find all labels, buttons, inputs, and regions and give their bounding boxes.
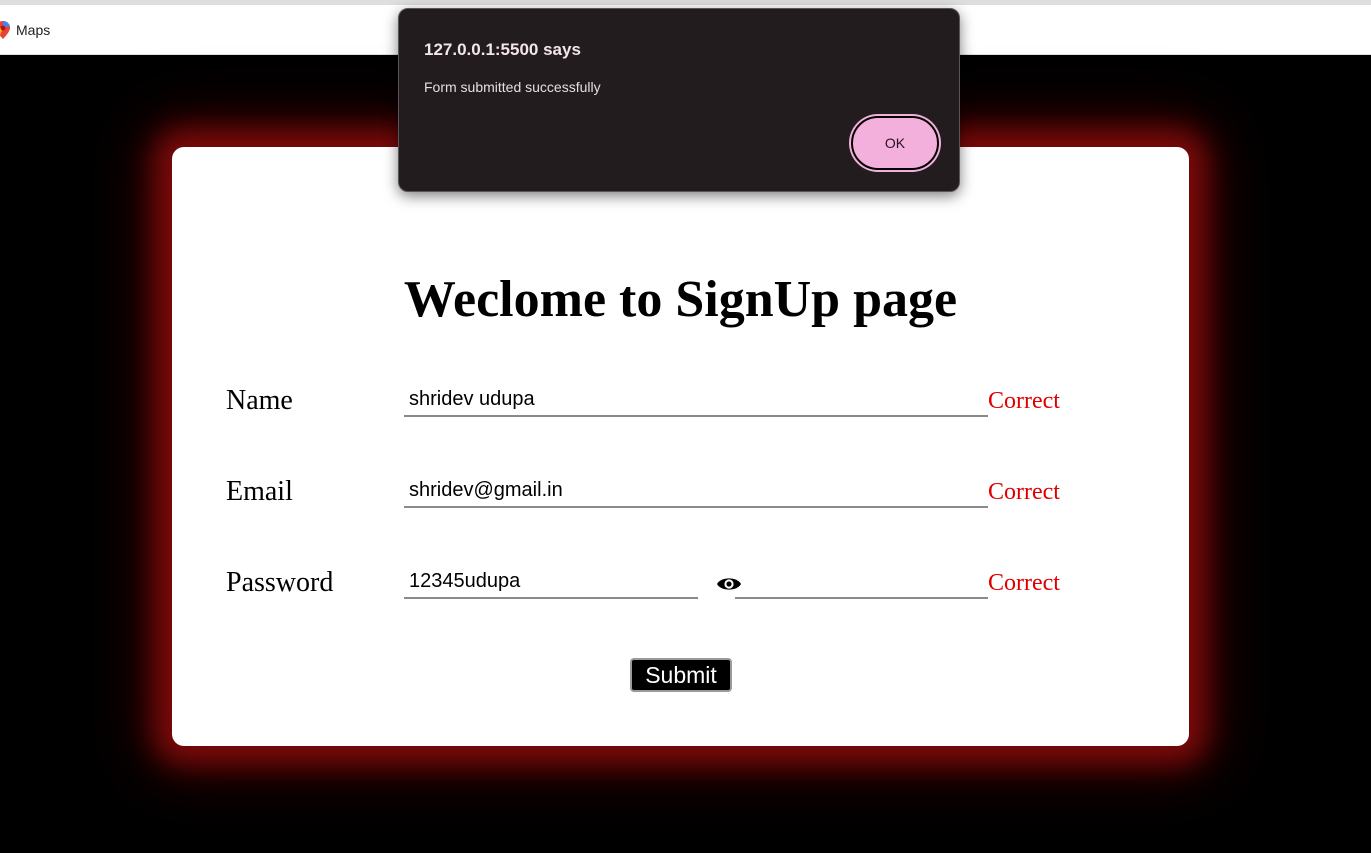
name-label: Name: [226, 385, 293, 416]
bookmark-label: Maps: [16, 22, 51, 38]
page-title: Weclome to SignUp page: [403, 271, 958, 328]
dialog-message: Form submitted successfully: [424, 79, 601, 95]
submit-button[interactable]: Submit: [630, 658, 732, 692]
email-input[interactable]: [404, 474, 988, 508]
name-input[interactable]: [404, 383, 988, 417]
name-row: Name Correct: [172, 381, 1189, 431]
password-status: Correct: [988, 570, 1060, 596]
email-status: Correct: [988, 479, 1060, 505]
name-status: Correct: [988, 388, 1060, 414]
password-underline: [735, 597, 988, 599]
password-input[interactable]: [404, 565, 698, 599]
ok-button[interactable]: OK: [851, 116, 939, 170]
email-row: Email Correct: [172, 472, 1189, 522]
signup-card: Weclome to SignUp page Name Correct Emai…: [172, 147, 1189, 746]
maps-pin-icon: [0, 21, 10, 39]
dialog-title: 127.0.0.1:5500 says: [424, 40, 581, 59]
alert-dialog: 127.0.0.1:5500 says Form submitted succe…: [398, 8, 960, 192]
password-label: Password: [226, 567, 334, 598]
email-label: Email: [226, 476, 293, 507]
password-row: Password Correct: [172, 563, 1189, 613]
bookmark-maps[interactable]: Maps: [0, 18, 50, 42]
eye-icon[interactable]: [716, 575, 742, 593]
